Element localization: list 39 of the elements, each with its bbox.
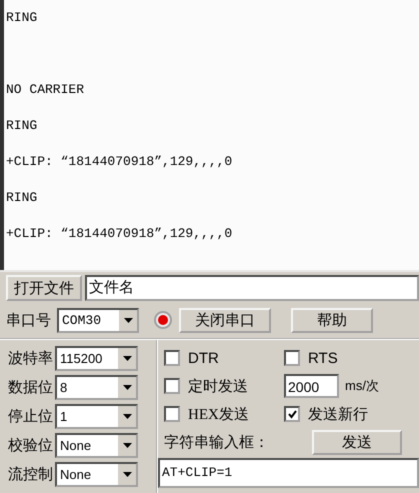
log-line: RING — [6, 9, 38, 27]
dtr-checkbox[interactable]: DTR — [164, 350, 284, 366]
log-line: RING — [6, 117, 38, 135]
caret-icon — [122, 356, 132, 361]
help-button[interactable]: 帮助 — [291, 308, 373, 332]
interval-field[interactable]: 2000 — [284, 374, 339, 398]
check-icon — [288, 410, 296, 418]
port-dropdown[interactable]: COM30 — [57, 308, 139, 332]
setting-dropdown[interactable]: 115200 — [55, 346, 138, 371]
setting-dropdown[interactable]: None — [55, 433, 138, 458]
string-input-field[interactable]: AT+CLIP=1 — [158, 458, 419, 488]
log-line: NO CARRIER — [6, 81, 84, 99]
port-label: 串口号 — [6, 312, 51, 330]
close-port-button[interactable]: 关闭串口 — [179, 308, 271, 332]
setting-label: 流控制 — [8, 465, 53, 484]
interval-unit: ms/次 — [345, 377, 379, 395]
setting-dropdown[interactable]: 8 — [55, 375, 138, 400]
timed-send-checkbox[interactable]: 定时发送 — [164, 376, 284, 396]
setting-dropdown[interactable]: None — [55, 462, 138, 487]
rts-checkbox[interactable]: RTS — [284, 350, 338, 366]
caret-icon — [122, 472, 132, 477]
log-line: +CLIP: “18144070918”,129,,,,0 — [6, 153, 232, 171]
send-newline-checkbox[interactable]: 发送新行 — [284, 404, 368, 424]
caret-icon — [122, 385, 132, 390]
log-line: RING — [6, 189, 38, 207]
hex-send-checkbox[interactable]: HEX发送 — [164, 404, 284, 424]
caret-icon — [124, 318, 132, 322]
setting-label: 校验位 — [8, 436, 53, 455]
setting-dropdown[interactable]: 1 — [55, 404, 138, 429]
setting-label: 波特率 — [8, 349, 53, 368]
caret-icon — [122, 414, 132, 419]
setting-label: 停止位 — [8, 408, 53, 426]
open-file-button[interactable]: 打开文件 — [6, 275, 82, 301]
input-label: 字符串输入框： — [164, 433, 270, 452]
send-button[interactable]: 发送 — [312, 430, 402, 454]
setting-label: 数据位 — [8, 379, 53, 397]
log-line: +CLIP: “18144070918”,129,,,,0 — [6, 225, 232, 243]
caret-icon — [122, 443, 132, 448]
file-name-field[interactable]: 文件名 — [85, 275, 419, 301]
